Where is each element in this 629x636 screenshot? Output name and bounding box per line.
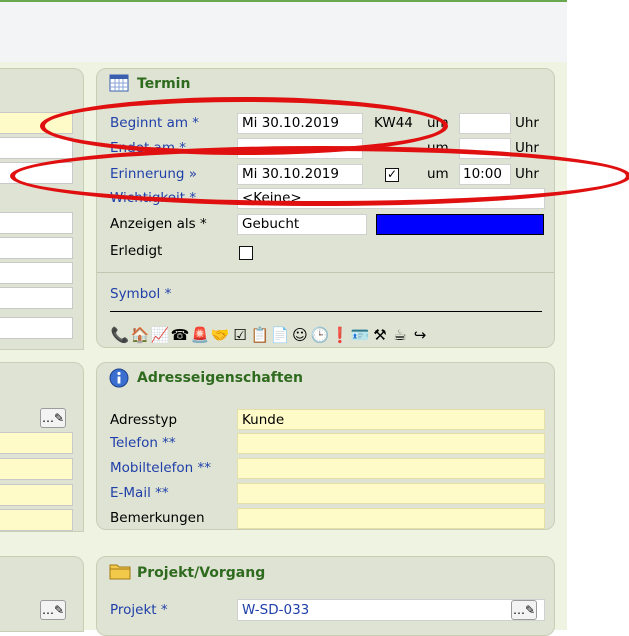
- alarm-light-icon[interactable]: 🚨: [190, 325, 210, 345]
- projekt-label[interactable]: Projekt *: [110, 602, 168, 618]
- left-field-10[interactable]: [0, 458, 73, 480]
- folder-icon: [109, 562, 131, 584]
- left-field-2[interactable]: [0, 137, 73, 159]
- beginnt-uhr-label: Uhr: [515, 115, 539, 131]
- erinnerung-label[interactable]: Erinnerung »: [110, 166, 197, 182]
- telephone-icon[interactable]: ☎: [170, 325, 190, 345]
- left-field-9[interactable]: [0, 432, 73, 454]
- telefon-field[interactable]: [237, 433, 545, 454]
- left-field-5[interactable]: [0, 237, 73, 259]
- termin-divider: [97, 272, 554, 273]
- termin-title: Termin: [137, 76, 191, 92]
- erinnerung-checkbox[interactable]: ✓: [385, 168, 399, 182]
- erinnerung-uhr-label: Uhr: [515, 166, 539, 182]
- symbol-label: Symbol *: [110, 286, 172, 302]
- endet-um-label: um: [427, 140, 449, 156]
- erinnerung-date-value: Mi 30.10.2019: [242, 166, 339, 182]
- kw-label: KW44: [374, 115, 413, 131]
- tools-icon[interactable]: ⚒: [370, 325, 390, 345]
- edit-pencil-button[interactable]: …✎: [40, 408, 66, 428]
- checkbox-list-icon[interactable]: ☑: [230, 325, 250, 345]
- left-field-6[interactable]: [0, 262, 73, 284]
- id-card-icon[interactable]: 🪪: [350, 325, 370, 345]
- projekt-panel: Projekt/Vorgang Projekt * W-SD-033 …✎: [96, 556, 555, 636]
- endet-uhr-label: Uhr: [515, 140, 539, 156]
- beginnt-label[interactable]: Beginnt am *: [110, 115, 199, 131]
- info-icon: [109, 368, 129, 392]
- email-label[interactable]: E-Mail **: [110, 485, 169, 501]
- projekt-edit-button[interactable]: …✎: [511, 600, 537, 620]
- adresstyp-value: Kunde: [242, 412, 285, 428]
- coffee-icon[interactable]: ☕: [390, 325, 410, 345]
- mobil-field[interactable]: [237, 458, 545, 479]
- top-toolbar: [0, 0, 567, 65]
- left-panel-bottom: [0, 556, 84, 632]
- beginnt-um-label: um: [427, 115, 449, 131]
- email-field[interactable]: [237, 483, 545, 504]
- edit-pencil-button-2[interactable]: …✎: [40, 600, 66, 620]
- pencil-icon: …✎: [512, 603, 536, 617]
- adresse-panel: Adresseigenschaften Adresstyp Kunde Tele…: [96, 362, 555, 530]
- bemerkungen-field[interactable]: [237, 508, 545, 529]
- left-field-4[interactable]: [0, 212, 73, 234]
- telefon-label[interactable]: Telefon **: [110, 435, 176, 451]
- redo-arrow-icon[interactable]: ↪: [410, 325, 430, 345]
- beginnt-date-value: Mi 30.10.2019: [242, 115, 339, 131]
- anzeigen-value: Gebucht: [242, 216, 300, 232]
- phone-in-icon[interactable]: 📞: [110, 325, 130, 345]
- erinnerung-time-value: 10:00: [463, 166, 502, 182]
- handshake-icon[interactable]: 🤝: [210, 325, 230, 345]
- endet-label[interactable]: Endet am *: [110, 140, 186, 156]
- erledigt-checkbox[interactable]: [239, 246, 253, 260]
- pulse-chart-icon[interactable]: 📈: [150, 325, 170, 345]
- symbol-rule: [110, 311, 542, 312]
- wichtigkeit-label[interactable]: Wichtigkeit *: [110, 190, 196, 206]
- left-field-3[interactable]: [0, 162, 73, 184]
- erledigt-label: Erledigt: [110, 243, 163, 259]
- bemerkungen-label: Bemerkungen: [110, 510, 205, 526]
- clock-icon[interactable]: 🕒: [310, 325, 330, 345]
- left-field-7[interactable]: [0, 287, 73, 309]
- symbol-picker: 📞 🏠 📈 ☎ 🚨 🤝 ☑ 📋 📄 ☺ 🕒 ❗ 🪪 ⚒ ☕ ↪: [110, 325, 430, 345]
- left-field-8[interactable]: [0, 317, 73, 339]
- adresstyp-label: Adresstyp: [110, 412, 178, 428]
- adresse-title: Adresseigenschaften: [137, 370, 303, 386]
- left-field-1[interactable]: [0, 112, 73, 134]
- anzeigen-label: Anzeigen als *: [110, 216, 207, 232]
- beginnt-time-field[interactable]: [459, 113, 511, 134]
- mobil-label[interactable]: Mobiltelefon **: [110, 460, 211, 476]
- exclamation-icon[interactable]: ❗: [330, 325, 350, 345]
- left-field-11[interactable]: [0, 484, 73, 506]
- calendar-icon: [109, 74, 129, 96]
- smiley-icon[interactable]: ☺: [290, 325, 310, 345]
- termin-panel: Termin Beginnt am * Mi 30.10.2019 KW44 u…: [96, 68, 555, 348]
- left-field-12[interactable]: [0, 509, 73, 531]
- erinnerung-um-label: um: [427, 166, 449, 182]
- wichtigkeit-value: <Keine>: [242, 190, 302, 206]
- house-icon[interactable]: 🏠: [130, 325, 150, 345]
- endet-time-field[interactable]: [459, 138, 511, 159]
- document-icon[interactable]: 📄: [270, 325, 290, 345]
- warning-list-icon[interactable]: 📋: [250, 325, 270, 345]
- anzeigen-color-swatch[interactable]: [376, 214, 544, 235]
- projekt-title: Projekt/Vorgang: [137, 565, 266, 581]
- projekt-value: W-SD-033: [242, 602, 310, 618]
- pencil-icon: …✎: [41, 603, 65, 617]
- endet-date-field[interactable]: [237, 138, 363, 159]
- pencil-icon: …✎: [41, 411, 65, 425]
